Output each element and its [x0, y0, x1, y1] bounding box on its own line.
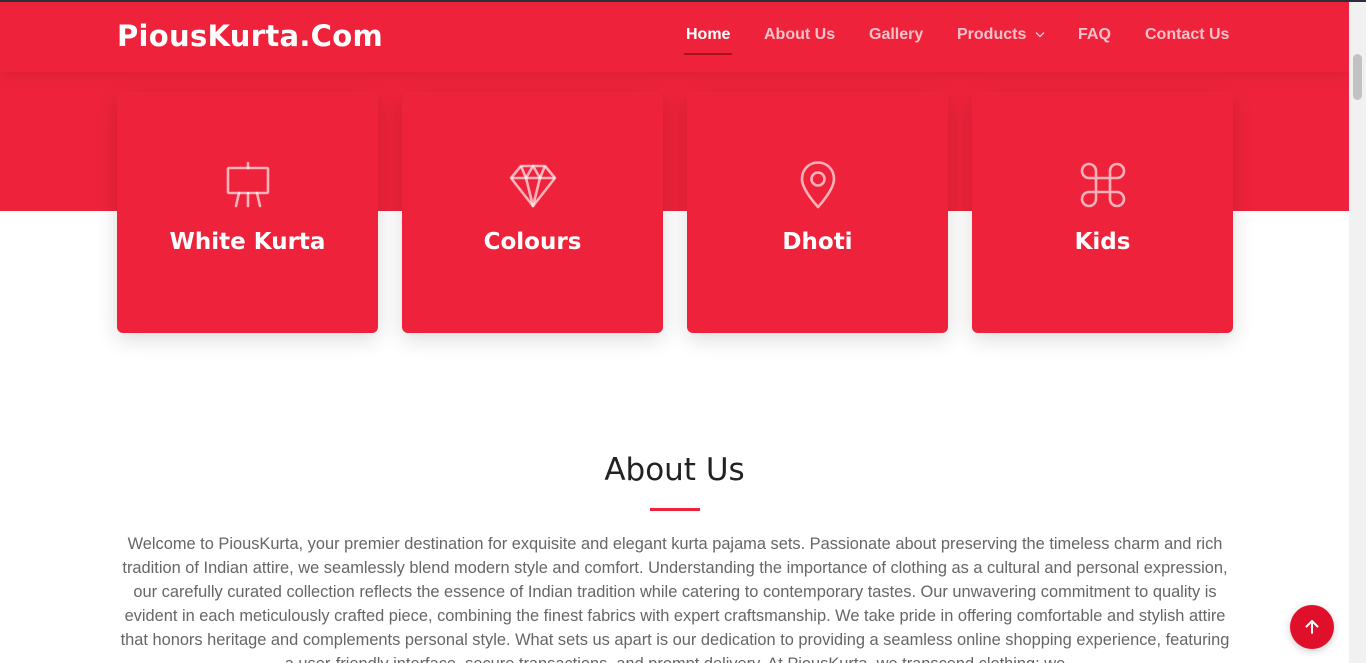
category-card-dhoti[interactable]: Dhoti	[687, 92, 948, 333]
map-pin-icon	[800, 161, 835, 209]
site-header: PiousKurta.Com Home About Us Gallery Pro…	[0, 2, 1349, 72]
main-nav: Home About Us Gallery Products FAQ Conta…	[0, 26, 1349, 56]
card-label: White Kurta	[169, 229, 326, 255]
nav-contact-us[interactable]: Contact Us	[1145, 26, 1229, 44]
category-card-kids[interactable]: Kids	[972, 92, 1233, 333]
about-paragraph: Welcome to PiousKurta, your premier dest…	[120, 535, 1230, 663]
gem-icon	[509, 164, 556, 208]
nav-gallery-label: Gallery	[869, 26, 924, 43]
easel-icon	[226, 161, 269, 208]
nav-faq-label: FAQ	[1078, 26, 1111, 43]
card-label: Colours	[483, 229, 582, 255]
scrollbar-thumb[interactable]	[1353, 54, 1362, 100]
category-card-white-kurta[interactable]: White Kurta	[117, 92, 378, 333]
nav-home[interactable]: Home	[684, 26, 733, 55]
active-underline	[684, 53, 733, 55]
window-top-border	[0, 0, 1366, 2]
nav-gallery[interactable]: Gallery	[869, 26, 923, 44]
card-label: Kids	[1074, 229, 1131, 255]
page-scrollbar[interactable]	[1349, 2, 1366, 663]
category-card-colours[interactable]: Colours	[402, 92, 663, 333]
nav-products[interactable]: Products	[957, 26, 1045, 44]
nav-contact-us-label: Contact Us	[1145, 26, 1230, 43]
about-heading: About Us	[604, 452, 745, 488]
card-label: Dhoti	[782, 229, 853, 255]
nav-products-label: Products	[957, 26, 1027, 43]
back-to-top-button[interactable]	[1290, 605, 1334, 649]
nav-faq[interactable]: FAQ	[1078, 26, 1111, 44]
chevron-down-icon	[1035, 32, 1045, 38]
command-icon	[1080, 162, 1125, 208]
nav-about-us[interactable]: About Us	[764, 26, 835, 44]
nav-home-label: Home	[686, 26, 731, 43]
arrow-up-icon	[1305, 620, 1319, 634]
nav-about-us-label: About Us	[764, 26, 836, 43]
heading-divider	[650, 508, 700, 511]
